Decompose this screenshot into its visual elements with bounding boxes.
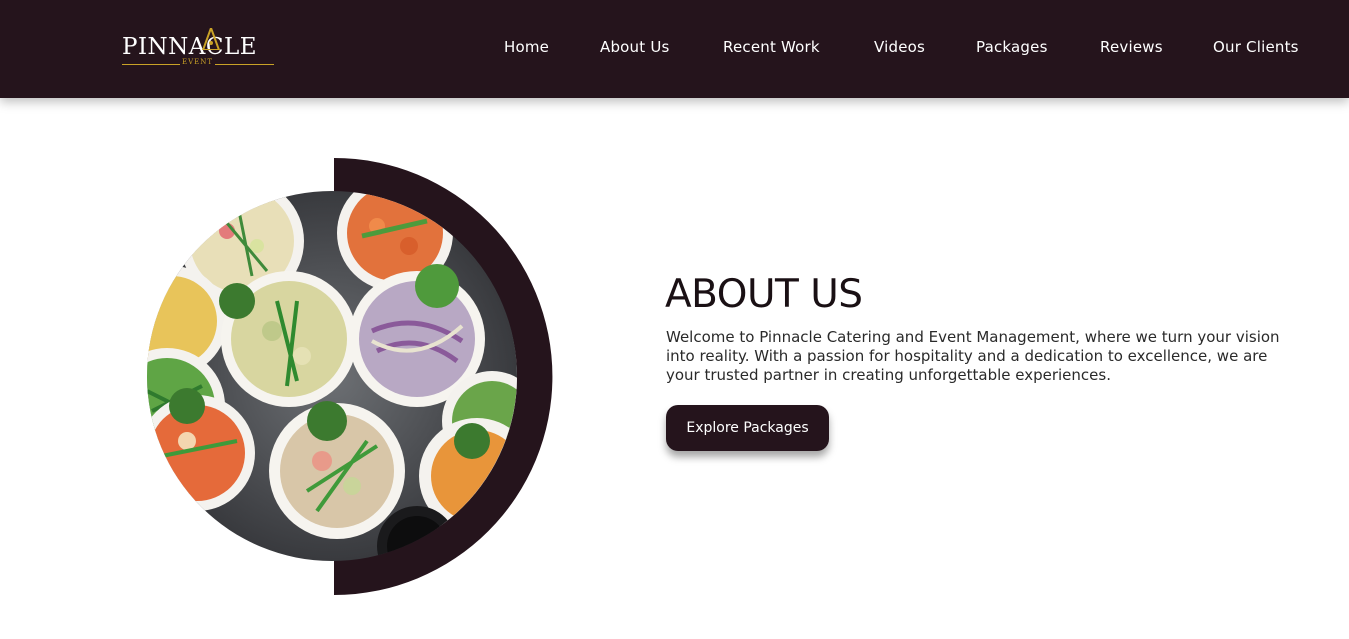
nav-recent-work[interactable]: Recent Work <box>723 38 820 56</box>
logo-peak-icon <box>202 28 220 50</box>
about-heading: ABOUT US <box>665 272 863 317</box>
salad-bowls-illustration <box>147 191 517 561</box>
nav-about-us[interactable]: About Us <box>600 38 670 56</box>
logo-wordmark: PINNACLE <box>122 34 258 60</box>
nav-home[interactable]: Home <box>504 38 549 56</box>
nav-packages[interactable]: Packages <box>976 38 1048 56</box>
nav-videos[interactable]: Videos <box>874 38 925 56</box>
about-description: Welcome to Pinnacle Catering and Event M… <box>666 328 1280 384</box>
nav-our-clients[interactable]: Our Clients <box>1213 38 1299 56</box>
logo-subtext: EVENT <box>180 58 216 66</box>
nav-reviews[interactable]: Reviews <box>1100 38 1163 56</box>
brand-logo[interactable]: PINNACLE EVENT <box>122 28 274 70</box>
top-navbar: PINNACLE EVENT Home About Us Recent Work… <box>0 0 1349 98</box>
explore-packages-button[interactable]: Explore Packages <box>666 405 829 451</box>
hero-food-image <box>147 191 517 561</box>
